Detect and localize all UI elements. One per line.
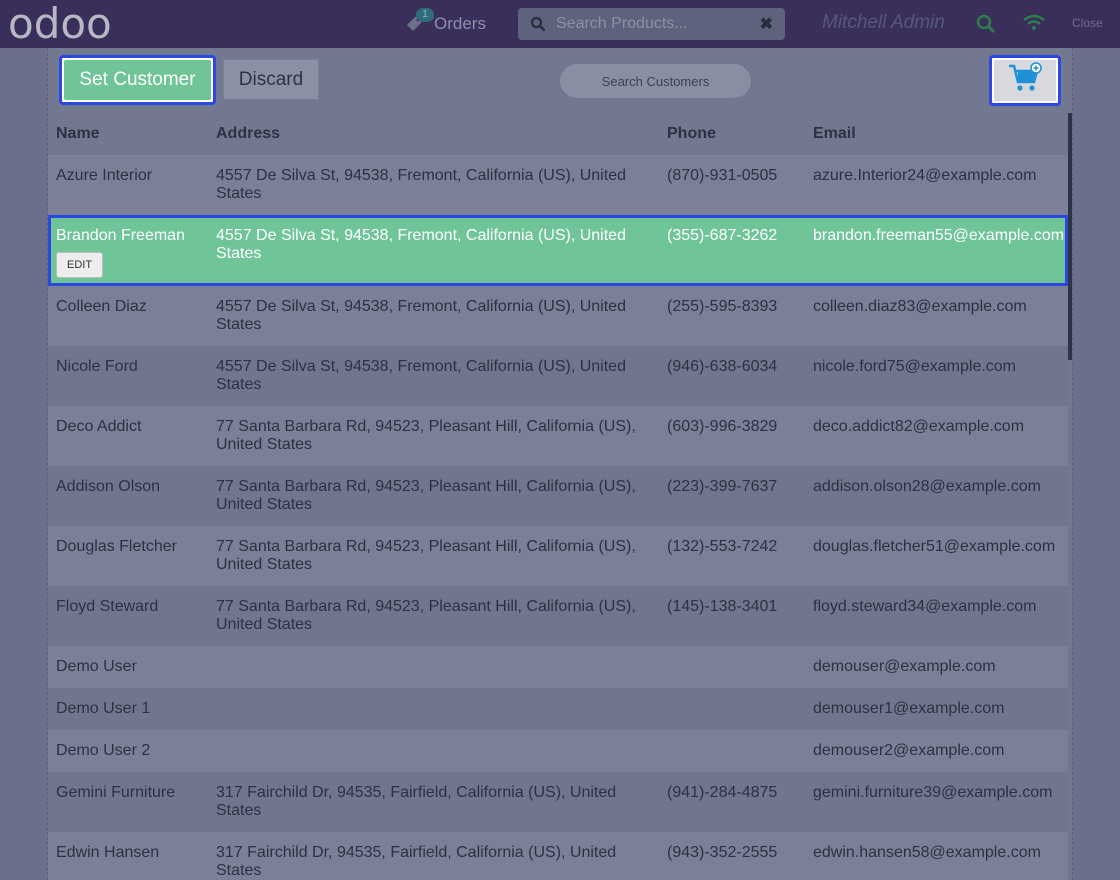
cell-name: Gemini Furniture bbox=[56, 784, 176, 801]
user-name: Mitchell Admin bbox=[822, 12, 945, 33]
edit-customer-button[interactable]: EDIT bbox=[56, 252, 104, 278]
cell-email: floyd.steward34@example.com bbox=[813, 598, 1037, 615]
cell-address bbox=[208, 688, 659, 730]
table-row[interactable]: Demo User 2 demouser2@example.com bbox=[48, 730, 1068, 772]
product-search[interactable]: Search Products... ✖ bbox=[518, 8, 785, 40]
cell-name: Azure Interior bbox=[56, 167, 153, 184]
cell-name: Douglas Fletcher bbox=[56, 538, 177, 555]
column-header-name: Name bbox=[48, 113, 208, 155]
top-bar: odoo 1 Orders Search Products... ✖ Mitch… bbox=[0, 0, 1120, 48]
cell-phone: (132)-553-7242 bbox=[667, 538, 778, 555]
cell-address: 4557 De Silva St, 94538, Fremont, Califo… bbox=[216, 298, 626, 333]
cell-email: azure.Interior24@example.com bbox=[813, 167, 1037, 184]
cell-name: Edwin Hansen bbox=[56, 844, 160, 861]
orders-button[interactable]: 1 Orders bbox=[404, 8, 486, 38]
cell-address: 4557 De Silva St, 94538, Fremont, Califo… bbox=[216, 358, 626, 393]
cell-name: Demo User 2 bbox=[56, 742, 151, 759]
table-row[interactable]: Douglas Fletcher 77 Santa Barbara Rd, 94… bbox=[48, 526, 1068, 586]
table-row[interactable]: Demo User 1 demouser1@example.com bbox=[48, 688, 1068, 730]
discard-button[interactable]: Discard bbox=[223, 59, 319, 100]
table-row[interactable]: Floyd Steward 77 Santa Barbara Rd, 94523… bbox=[48, 586, 1068, 646]
cell-phone: (255)-595-8393 bbox=[667, 298, 778, 315]
column-header-phone: Phone bbox=[659, 113, 805, 155]
cell-name: Brandon Freeman EDIT bbox=[48, 215, 208, 286]
cell-phone: (603)-996-3829 bbox=[667, 418, 778, 435]
cell-name: Demo User 1 bbox=[56, 700, 151, 717]
odoo-logo: odoo bbox=[8, 0, 122, 51]
cell-name: Deco Addict bbox=[56, 418, 142, 435]
customer-name: Brandon Freeman bbox=[56, 227, 185, 244]
table-row[interactable]: Deco Addict 77 Santa Barbara Rd, 94523, … bbox=[48, 406, 1068, 466]
cell-name: Addison Olson bbox=[56, 478, 161, 495]
cell-address bbox=[208, 730, 659, 772]
cell-address: 77 Santa Barbara Rd, 94523, Pleasant Hil… bbox=[216, 478, 636, 513]
cell-email: nicole.ford75@example.com bbox=[813, 358, 1017, 375]
cell-email: demouser1@example.com bbox=[813, 700, 1005, 717]
customer-search-input[interactable]: Search Customers bbox=[559, 63, 752, 99]
table-row-selected[interactable]: Brandon Freeman EDIT 4557 De Silva St, 9… bbox=[48, 215, 1068, 286]
cell-phone: (145)-138-3401 bbox=[667, 598, 778, 615]
cell-phone bbox=[659, 730, 805, 772]
cell-address: 77 Santa Barbara Rd, 94523, Pleasant Hil… bbox=[216, 598, 636, 633]
cell-email: gemini.furniture39@example.com bbox=[813, 784, 1053, 801]
cell-name: Colleen Diaz bbox=[56, 298, 147, 315]
cell-phone: (355)-687-3262 bbox=[667, 227, 778, 244]
close-button[interactable]: Close bbox=[1072, 16, 1103, 30]
cell-name: Demo User bbox=[56, 658, 137, 675]
cell-phone: (943)-352-2555 bbox=[667, 844, 778, 861]
search-icon[interactable] bbox=[976, 14, 996, 34]
cell-email: edwin.hansen58@example.com bbox=[813, 844, 1041, 861]
cell-phone: (870)-931-0505 bbox=[667, 167, 778, 184]
cell-email: douglas.fletcher51@example.com bbox=[813, 538, 1056, 555]
cell-address: 77 Santa Barbara Rd, 94523, Pleasant Hil… bbox=[216, 538, 636, 573]
cell-address: 4557 De Silva St, 94538, Fremont, Califo… bbox=[216, 227, 626, 262]
column-header-email: Email bbox=[805, 113, 1068, 155]
new-customer-button[interactable] bbox=[989, 55, 1061, 106]
cell-email: demouser2@example.com bbox=[813, 742, 1005, 759]
table-row[interactable]: Colleen Diaz 4557 De Silva St, 94538, Fr… bbox=[48, 286, 1068, 346]
cell-email: brandon.freeman55@example.com bbox=[813, 227, 1065, 244]
table-row[interactable]: Gemini Furniture 317 Fairchild Dr, 94535… bbox=[48, 772, 1068, 832]
search-icon bbox=[530, 16, 546, 32]
orders-label: Orders bbox=[434, 14, 486, 33]
svg-text:odoo: odoo bbox=[8, 2, 112, 46]
column-header-address: Address bbox=[208, 113, 659, 155]
table-row[interactable]: Addison Olson 77 Santa Barbara Rd, 94523… bbox=[48, 466, 1068, 526]
customer-table: Name Address Phone Email Azure Interior … bbox=[48, 113, 1068, 880]
cell-name: Nicole Ford bbox=[56, 358, 138, 375]
cell-address: 4557 De Silva St, 94538, Fremont, Califo… bbox=[216, 167, 626, 202]
cell-email: addison.olson28@example.com bbox=[813, 478, 1041, 495]
cell-phone bbox=[659, 646, 805, 688]
cell-address bbox=[208, 646, 659, 688]
cell-address: 77 Santa Barbara Rd, 94523, Pleasant Hil… bbox=[216, 418, 636, 453]
wifi-icon bbox=[1022, 14, 1046, 32]
cell-phone: (941)-284-4875 bbox=[667, 784, 778, 801]
clear-search-icon[interactable]: ✖ bbox=[760, 14, 773, 34]
cell-phone bbox=[659, 688, 805, 730]
cell-address: 317 Fairchild Dr, 94535, Fairfield, Cali… bbox=[216, 844, 617, 879]
set-customer-button[interactable]: Set Customer bbox=[59, 55, 216, 105]
orders-count-badge: 1 bbox=[416, 8, 434, 22]
product-search-input[interactable]: Search Products... bbox=[556, 15, 760, 33]
scrollbar[interactable] bbox=[1068, 113, 1072, 360]
cell-name: Floyd Steward bbox=[56, 598, 159, 615]
cell-email: demouser@example.com bbox=[813, 658, 996, 675]
table-row[interactable]: Nicole Ford 4557 De Silva St, 94538, Fre… bbox=[48, 346, 1068, 406]
table-row[interactable]: Edwin Hansen 317 Fairchild Dr, 94535, Fa… bbox=[48, 832, 1068, 880]
table-row[interactable]: Azure Interior 4557 De Silva St, 94538, … bbox=[48, 155, 1068, 215]
cell-phone: (946)-638-6034 bbox=[667, 358, 778, 375]
cell-email: colleen.diaz83@example.com bbox=[813, 298, 1027, 315]
set-customer-label: Set Customer bbox=[64, 60, 211, 100]
table-row[interactable]: Demo User demouser@example.com bbox=[48, 646, 1068, 688]
table-header: Name Address Phone Email bbox=[48, 113, 1068, 155]
cell-email: deco.addict82@example.com bbox=[813, 418, 1025, 435]
cell-address: 317 Fairchild Dr, 94535, Fairfield, Cali… bbox=[216, 784, 617, 819]
cart-icon bbox=[1008, 62, 1042, 99]
cell-phone: (223)-399-7637 bbox=[667, 478, 778, 495]
ticket-icon: 1 bbox=[404, 8, 434, 34]
